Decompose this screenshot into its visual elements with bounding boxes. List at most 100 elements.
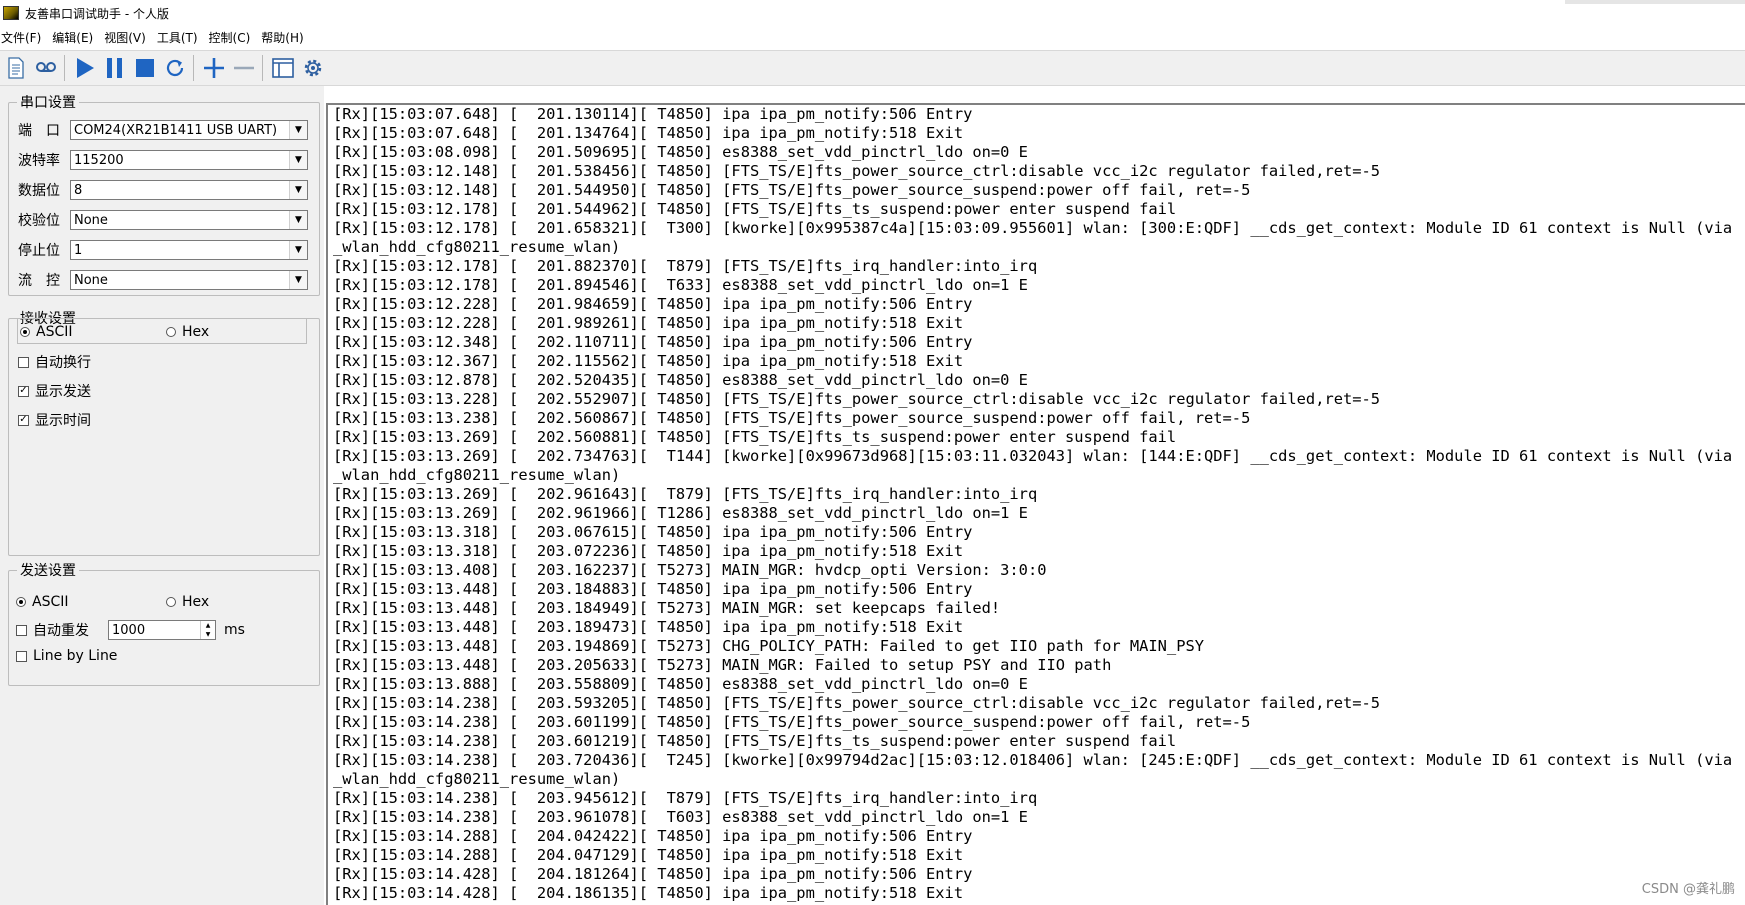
remove-icon[interactable] bbox=[230, 54, 258, 82]
parity-row: 校验位 None ▼ bbox=[18, 210, 308, 230]
title-bar-strip bbox=[1565, 0, 1745, 4]
log-line: [Rx][15:03:12.228] [ 201.989261][ T4850]… bbox=[333, 314, 964, 332]
toolbar bbox=[0, 50, 1745, 86]
interval-unit: ms bbox=[224, 622, 245, 638]
menu-tools[interactable]: 工具(T) bbox=[156, 29, 204, 46]
log-line: [Rx][15:03:13.448] [ 203.189473][ T4850]… bbox=[333, 618, 964, 636]
settings-panel: 串口设置 端 口 COM24(XR21B1411 USB UART) ▼ 波特率… bbox=[0, 86, 324, 905]
show-send-label: 显示发送 bbox=[35, 384, 91, 400]
log-line: [Rx][15:03:13.238] [ 202.560867][ T4850]… bbox=[333, 409, 1251, 427]
settings-gear-icon[interactable] bbox=[299, 54, 327, 82]
log-line: _wlan_hdd_cfg80211_resume_wlan) bbox=[333, 466, 621, 484]
chevron-down-icon[interactable]: ▼ bbox=[289, 181, 307, 199]
log-line: [Rx][15:03:12.348] [ 202.110711][ T4850]… bbox=[333, 333, 973, 351]
window-layout-icon[interactable] bbox=[269, 54, 297, 82]
log-line: [Rx][15:03:13.448] [ 203.184883][ T4850]… bbox=[333, 580, 973, 598]
log-line: [Rx][15:03:13.269] [ 202.961966][ T1286]… bbox=[333, 504, 1028, 522]
log-line: [Rx][15:03:14.238] [ 203.720436][ T245] … bbox=[333, 751, 1733, 769]
chevron-down-icon[interactable]: ▼ bbox=[289, 241, 307, 259]
log-line: [Rx][15:03:13.269] [ 202.560881][ T4850]… bbox=[333, 428, 1177, 446]
show-send-option[interactable]: ✓ 显示发送 bbox=[18, 381, 91, 401]
add-icon[interactable] bbox=[200, 54, 228, 82]
auto-resend-label: 自动重发 bbox=[33, 623, 89, 639]
pause-icon[interactable] bbox=[101, 54, 129, 82]
log-line: [Rx][15:03:13.448] [ 203.205633][ T5273]… bbox=[333, 656, 1112, 674]
baud-select[interactable]: 115200 ▼ bbox=[70, 150, 308, 170]
log-line: [Rx][15:03:14.428] [ 204.186135][ T4850]… bbox=[333, 884, 964, 902]
log-lines: [Rx][15:03:07.648] [ 201.130114][ T4850]… bbox=[328, 105, 1745, 903]
serial-settings-legend: 串口设置 bbox=[20, 95, 76, 111]
chevron-down-icon[interactable]: ▼ bbox=[289, 121, 307, 139]
send-hex-option[interactable]: Hex bbox=[166, 594, 209, 610]
log-line: [Rx][15:03:13.448] [ 203.184949][ T5273]… bbox=[333, 599, 1001, 617]
checkbox-checked-icon[interactable]: ✓ bbox=[18, 414, 29, 426]
auto-resend-option[interactable]: 自动重发 bbox=[16, 620, 89, 640]
stopbits-select[interactable]: 1 ▼ bbox=[70, 240, 308, 260]
show-time-option[interactable]: ✓ 显示时间 bbox=[18, 410, 91, 430]
receive-ascii-option[interactable]: ASCII bbox=[20, 324, 73, 340]
log-line: [Rx][15:03:14.238] [ 203.961078][ T603] … bbox=[333, 808, 1028, 826]
log-line: [Rx][15:03:12.228] [ 201.984659][ T4850]… bbox=[333, 295, 973, 313]
line-by-line-label: Line by Line bbox=[33, 648, 118, 664]
menu-file[interactable]: 文件(F) bbox=[0, 29, 47, 46]
log-line: [Rx][15:03:14.288] [ 204.042422][ T4850]… bbox=[333, 827, 973, 845]
interval-stepper[interactable]: 1000 ▲ ▼ bbox=[108, 620, 216, 640]
checkbox-icon[interactable] bbox=[16, 650, 27, 662]
log-line: [Rx][15:03:07.648] [ 201.134764][ T4850]… bbox=[333, 124, 964, 142]
log-line: [Rx][15:03:12.178] [ 201.544962][ T4850]… bbox=[333, 200, 1177, 218]
auto-wrap-label: 自动换行 bbox=[35, 355, 91, 371]
log-line: [Rx][15:03:14.428] [ 204.181264][ T4850]… bbox=[333, 865, 973, 883]
databits-select[interactable]: 8 ▼ bbox=[70, 180, 308, 200]
loop-record-icon[interactable] bbox=[32, 54, 60, 82]
radio-selected-icon[interactable] bbox=[16, 597, 26, 607]
toolbar-separator bbox=[193, 55, 194, 81]
radio-selected-icon[interactable] bbox=[20, 327, 30, 337]
log-line: [Rx][15:03:13.318] [ 203.072236][ T4850]… bbox=[333, 542, 964, 560]
chevron-down-icon[interactable]: ▼ bbox=[289, 211, 307, 229]
log-line: _wlan_hdd_cfg80211_resume_wlan) bbox=[333, 238, 621, 256]
port-label: 端 口 bbox=[18, 123, 60, 139]
menu-control[interactable]: 控制(C) bbox=[208, 29, 257, 46]
line-by-line-option[interactable]: Line by Line bbox=[16, 648, 117, 664]
chevron-down-icon[interactable]: ▼ bbox=[201, 630, 215, 639]
stop-icon[interactable] bbox=[131, 54, 159, 82]
chevron-up-icon[interactable]: ▲ bbox=[201, 621, 215, 630]
databits-row: 数据位 8 ▼ bbox=[18, 180, 308, 200]
baud-label: 波特率 bbox=[18, 153, 60, 169]
flow-select[interactable]: None ▼ bbox=[70, 270, 308, 290]
new-document-icon[interactable] bbox=[2, 54, 30, 82]
stepper-arrows[interactable]: ▲ ▼ bbox=[200, 621, 215, 639]
receive-hex-label: Hex bbox=[182, 324, 210, 340]
parity-value: None bbox=[74, 212, 108, 228]
receive-ascii-label: ASCII bbox=[36, 324, 73, 340]
chevron-down-icon[interactable]: ▼ bbox=[289, 271, 307, 289]
menu-bar: 文件(F) 编辑(E) 视图(V) 工具(T) 控制(C) 帮助(H) bbox=[0, 26, 1745, 48]
checkbox-icon[interactable] bbox=[16, 624, 27, 636]
receive-log-area[interactable]: [Rx][15:03:07.648] [ 201.130114][ T4850]… bbox=[326, 103, 1745, 905]
log-line: _wlan_hdd_cfg80211_resume_wlan) bbox=[333, 770, 621, 788]
radio-unselected-icon[interactable] bbox=[166, 327, 176, 337]
toolbar-separator bbox=[262, 55, 263, 81]
refresh-icon[interactable] bbox=[161, 54, 189, 82]
flow-label: 流 控 bbox=[18, 273, 60, 289]
parity-select[interactable]: None ▼ bbox=[70, 210, 308, 230]
receive-hex-option[interactable]: Hex bbox=[166, 324, 209, 340]
log-line: [Rx][15:03:13.269] [ 202.961643][ T879] … bbox=[333, 485, 1038, 503]
radio-unselected-icon[interactable] bbox=[166, 597, 176, 607]
chevron-down-icon[interactable]: ▼ bbox=[289, 151, 307, 169]
title-bar: 友善串口调试助手 - 个人版 bbox=[0, 0, 1745, 26]
log-line: [Rx][15:03:12.178] [ 201.882370][ T879] … bbox=[333, 257, 1038, 275]
checkbox-icon[interactable] bbox=[18, 356, 29, 368]
toolbar-separator bbox=[64, 55, 65, 81]
menu-edit[interactable]: 编辑(E) bbox=[51, 29, 99, 46]
menu-help[interactable]: 帮助(H) bbox=[260, 29, 309, 46]
send-ascii-option[interactable]: ASCII bbox=[16, 594, 69, 610]
port-select[interactable]: COM24(XR21B1411 USB UART) ▼ bbox=[70, 120, 308, 140]
auto-wrap-option[interactable]: 自动换行 bbox=[18, 352, 91, 372]
menu-view[interactable]: 视图(V) bbox=[103, 29, 152, 46]
checkbox-checked-icon[interactable]: ✓ bbox=[18, 385, 29, 397]
log-line: [Rx][15:03:14.238] [ 203.601199][ T4850]… bbox=[333, 713, 1251, 731]
play-icon[interactable] bbox=[71, 54, 99, 82]
baud-value: 115200 bbox=[74, 152, 124, 168]
log-line: [Rx][15:03:14.238] [ 203.601219][ T4850]… bbox=[333, 732, 1177, 750]
